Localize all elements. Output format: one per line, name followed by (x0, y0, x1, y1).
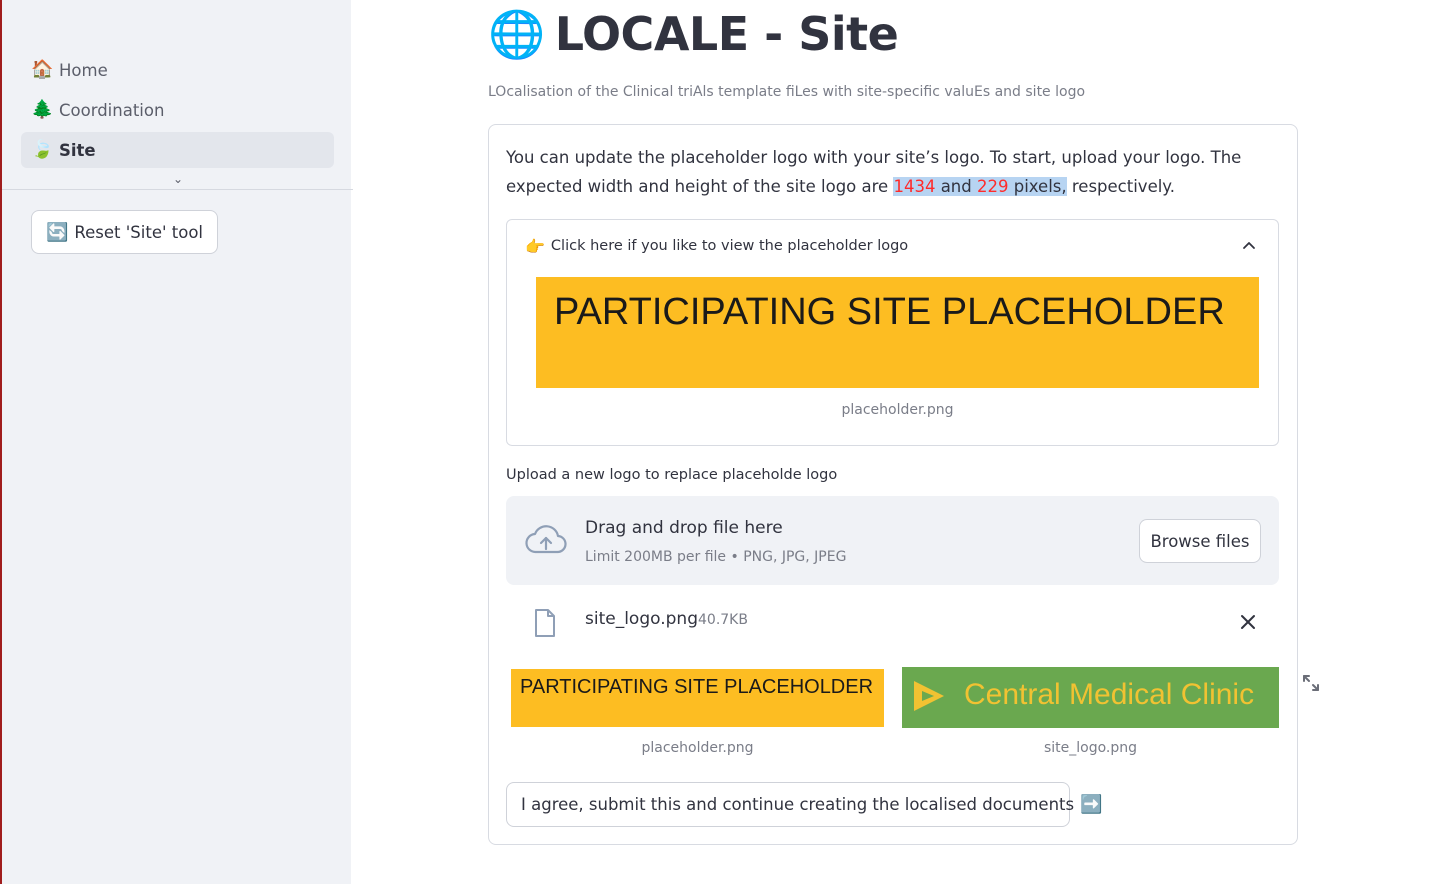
house-icon: 🏠 (31, 59, 54, 80)
sidebar-divider (2, 189, 353, 190)
comparison-placeholder-image: PARTICIPATING SITE PLACEHOLDER (511, 669, 884, 727)
sidebar: 🏠 Home 🌲 Coordination 🍃 Site ⌄ 🔄 Reset '… (0, 0, 353, 884)
reset-button-label: Reset 'Site' tool (74, 222, 203, 242)
sidebar-item-label: Coordination (59, 100, 165, 120)
file-icon (535, 609, 555, 637)
sidebar-nav: 🏠 Home 🌲 Coordination 🍃 Site (21, 52, 334, 172)
uploaded-file-size: 40.7KB (698, 612, 748, 628)
intro-and: and (935, 177, 977, 196)
site-logo-text: Central Medical Clinic (964, 678, 1255, 711)
intro-after: respectively. (1066, 177, 1175, 196)
sidebar-item-coordination[interactable]: 🌲 Coordination (21, 92, 334, 128)
intro-text: You can update the placeholder logo with… (506, 143, 1276, 201)
placeholder-image-caption: placeholder.png (841, 402, 954, 418)
reset-site-tool-button[interactable]: 🔄 Reset 'Site' tool (31, 210, 218, 254)
leaf-icon: 🍃 (31, 139, 54, 160)
flag-logo-icon (914, 681, 944, 711)
pointing-hand-icon: 👉 (525, 236, 545, 256)
sidebar-item-label: Site (59, 140, 96, 160)
dropzone-limit: Limit 200MB per file • PNG, JPG, JPEG (585, 549, 847, 565)
chevron-down-icon[interactable]: ⌄ (170, 172, 186, 188)
fullscreen-icon[interactable] (1302, 674, 1320, 692)
uploaded-file-name: site_logo.png (585, 609, 698, 629)
close-icon[interactable] (1240, 614, 1256, 630)
page-caption: LOcalisation of the Clinical triAls temp… (488, 84, 1086, 100)
submit-button-label: I agree, submit this and continue creati… (521, 795, 1075, 814)
tree-icon: 🌲 (31, 99, 54, 120)
chevron-up-icon[interactable] (1242, 238, 1256, 252)
comparison-placeholder-caption: placeholder.png (641, 740, 754, 756)
refresh-icon: 🔄 (46, 221, 69, 243)
uploaded-file-row: site_logo.png 40.7KB (506, 600, 1279, 644)
comparison-site-logo-caption: site_logo.png (1043, 740, 1138, 756)
sidebar-item-home[interactable]: 🏠 Home (21, 52, 334, 88)
sidebar-item-site[interactable]: 🍃 Site (21, 132, 334, 168)
intro-unit: pixels, (1008, 177, 1067, 196)
browse-files-button[interactable]: Browse files (1139, 519, 1261, 563)
comparison-placeholder-text: PARTICIPATING SITE PLACEHOLDER (520, 676, 874, 698)
sidebar-item-label: Home (59, 60, 108, 80)
uploader-label: Upload a new logo to replace placeholde … (506, 467, 838, 483)
dropzone-title: Drag and drop file here (585, 518, 783, 538)
page-title-text: LOCALE - Site (554, 7, 899, 61)
submit-continue-button[interactable]: I agree, submit this and continue creati… (506, 782, 1103, 827)
arrow-right-icon: ➡️ (1080, 794, 1103, 815)
globe-icon: 🌐 (488, 6, 545, 61)
selected-text: 1434 and 229 pixels, (893, 177, 1067, 196)
expander-label: Click here if you like to view the place… (550, 238, 909, 254)
expected-width-value: 1434 (893, 177, 936, 196)
file-dropzone[interactable]: Drag and drop file here Limit 200MB per … (506, 496, 1279, 585)
app-root: 🏠 Home 🌲 Coordination 🍃 Site ⌄ 🔄 Reset '… (0, 0, 1431, 884)
cloud-upload-icon (525, 525, 567, 554)
comparison-site-logo-image: Central Medical Clinic (902, 667, 1279, 728)
placeholder-logo-text: PARTICIPATING SITE PLACEHOLDER (554, 291, 1225, 333)
page-title: 🌐 LOCALE - Site (488, 6, 899, 62)
expander-header[interactable]: 👉 Click here if you like to view the pla… (507, 220, 1278, 272)
expected-height-value: 229 (977, 177, 1009, 196)
placeholder-logo-image: PARTICIPATING SITE PLACEHOLDER (536, 277, 1259, 388)
